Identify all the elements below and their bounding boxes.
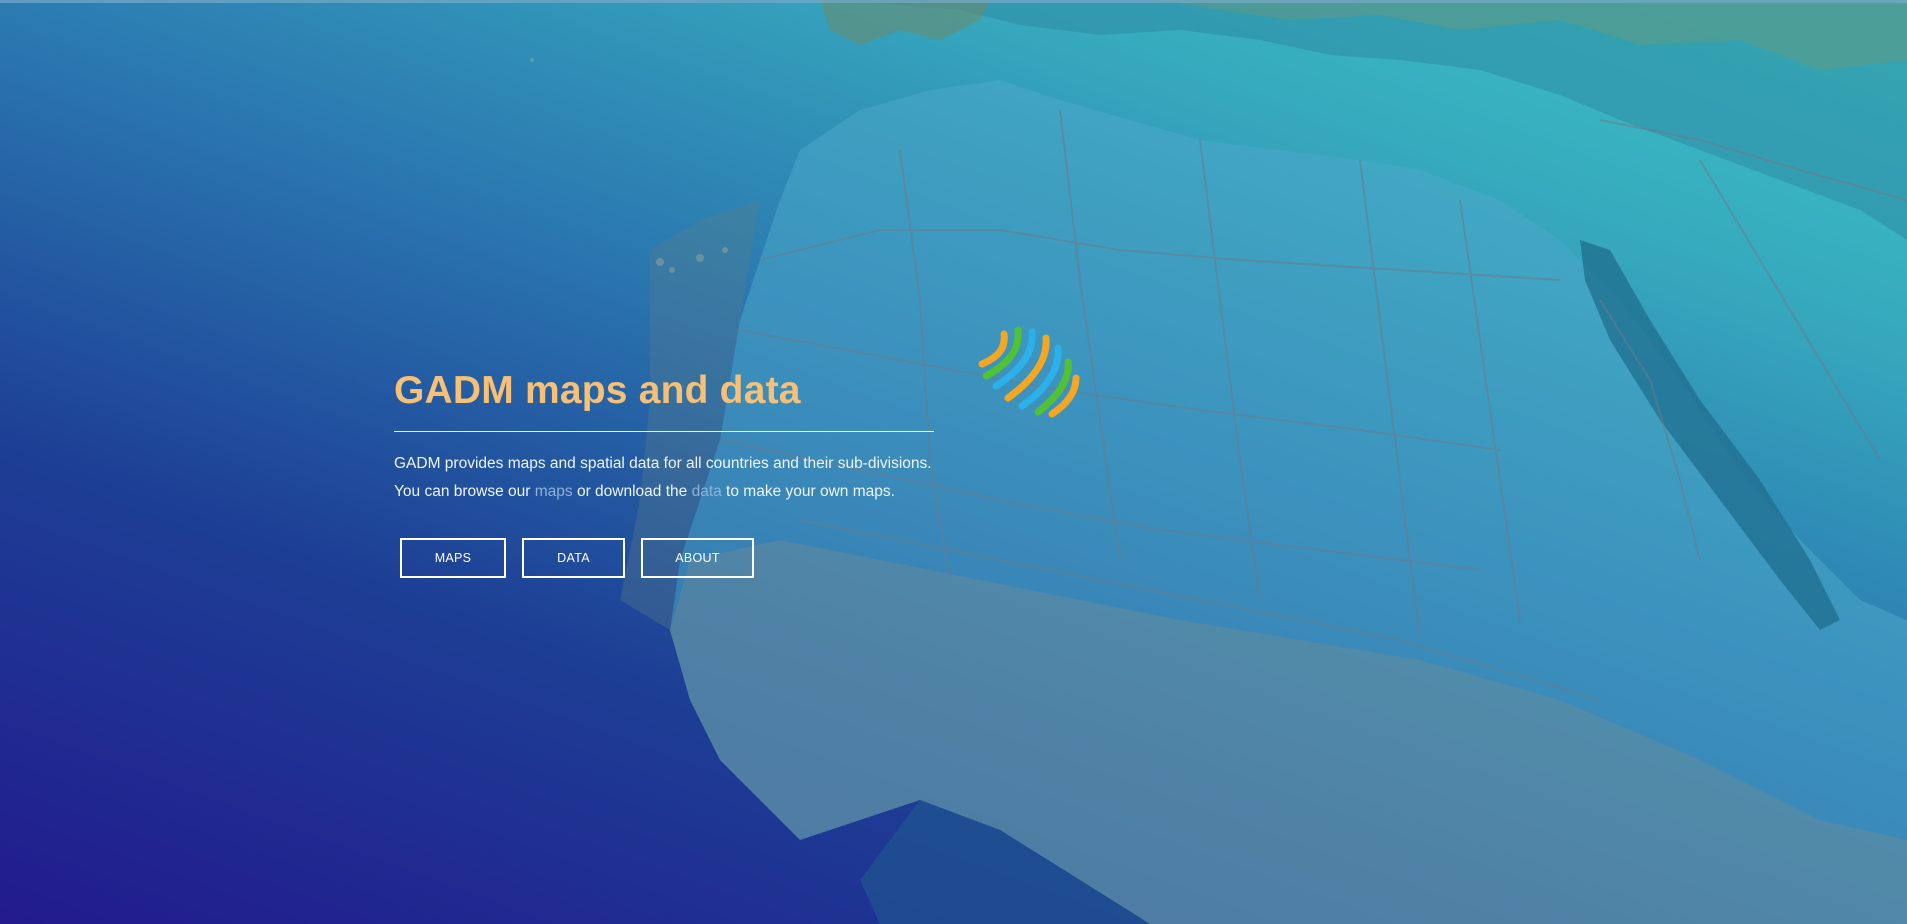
gadm-logo-icon [978, 326, 1080, 418]
description-text-3: to make your own maps. [721, 482, 895, 500]
hero-section: GADM maps and data GADM provides maps an… [0, 0, 1907, 924]
description-text-2: or download the [572, 482, 692, 500]
maps-link[interactable]: maps [535, 483, 573, 500]
data-button[interactable]: DATA [522, 538, 625, 578]
hero-description: GADM provides maps and spatial data for … [394, 450, 934, 505]
top-border [0, 0, 1907, 3]
page-title: GADM maps and data [394, 369, 801, 412]
about-button[interactable]: ABOUT [641, 538, 754, 578]
hero-content: GADM maps and data GADM provides maps an… [394, 360, 934, 578]
data-link[interactable]: data [692, 483, 722, 500]
hero-buttons: MAPS DATA ABOUT [394, 538, 934, 578]
title-divider [394, 431, 934, 432]
world-map-background [530, 0, 1907, 924]
maps-button[interactable]: MAPS [400, 538, 506, 578]
